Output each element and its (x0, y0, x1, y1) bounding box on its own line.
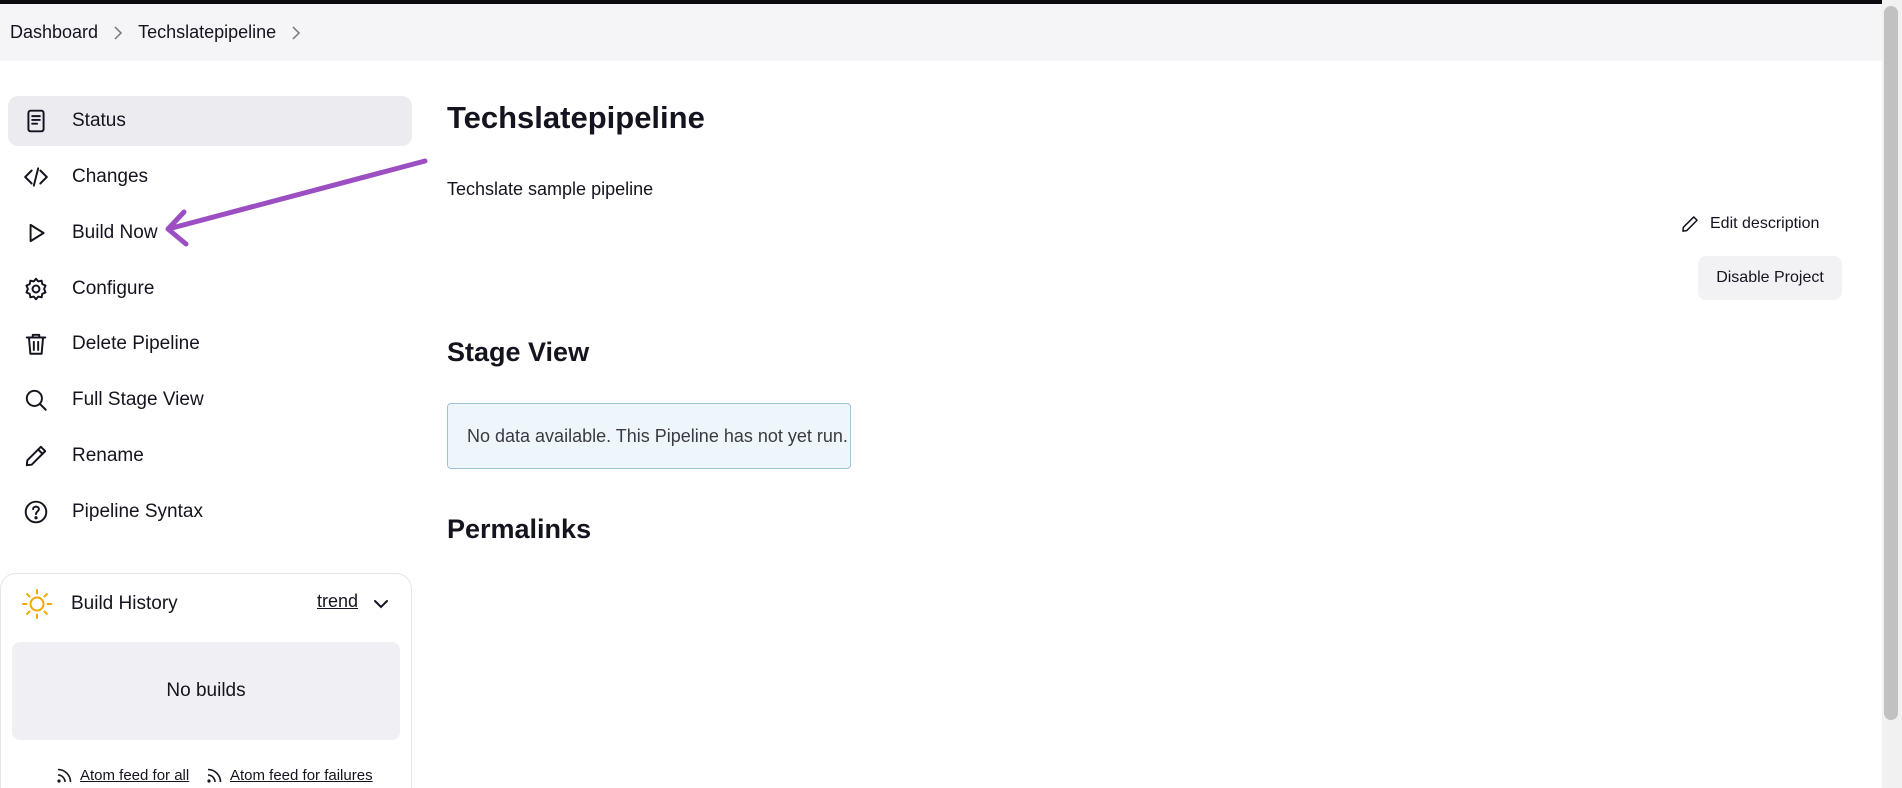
permalinks-title: Permalinks (447, 514, 592, 544)
stage-view-empty-message: No data available. This Pipeline has not… (447, 403, 851, 469)
trash-icon (22, 330, 50, 358)
gear-icon (22, 275, 50, 303)
atom-feed-failures-label: Atom feed for failures (230, 766, 373, 784)
sidebar-item-configure[interactable]: Configure (8, 264, 412, 314)
sidebar-item-build-now[interactable]: Build Now (8, 208, 412, 258)
sidebar-item-label: Build Now (72, 222, 158, 243)
sidebar-item-label: Changes (72, 166, 149, 187)
sidebar-item-label: Delete Pipeline (72, 333, 200, 354)
edit-description-label: Edit description (1710, 215, 1820, 232)
trend-link[interactable]: trend (317, 591, 358, 612)
no-builds-message: No builds (12, 642, 400, 740)
breadcrumb: Dashboard Techslatepipeline (0, 4, 1882, 61)
pencil-icon (22, 442, 50, 470)
atom-feed-all-label: Atom feed for all (80, 766, 190, 784)
disable-project-button[interactable]: Disable Project (1698, 256, 1842, 300)
sidebar-item-full-stage-view[interactable]: Full Stage View (8, 375, 412, 425)
edit-description-link[interactable]: Edit description (1680, 214, 1819, 234)
sun-icon (22, 589, 52, 619)
pencil-icon (1682, 216, 1698, 232)
play-icon (22, 219, 50, 247)
chevron-down-icon[interactable] (371, 594, 391, 614)
sidebar-item-rename[interactable]: Rename (8, 431, 412, 481)
page-title: Techslatepipeline (447, 100, 705, 135)
sidebar-item-label: Configure (72, 278, 155, 299)
atom-feed-all-link[interactable]: Atom feed for all (56, 766, 189, 784)
build-history-card: Build History trend No builds Atom feed … (0, 573, 412, 788)
search-icon (22, 386, 50, 414)
rss-icon (57, 768, 72, 783)
sidebar: Status Changes Build Now Configure Delet… (0, 61, 420, 788)
rss-icon (207, 768, 222, 783)
document-icon (22, 107, 50, 135)
chevron-right-icon (98, 25, 138, 40)
chevron-right-icon[interactable] (276, 25, 316, 40)
sidebar-item-label: Full Stage View (72, 389, 204, 410)
build-history-title: Build History (71, 593, 178, 614)
sidebar-item-label: Pipeline Syntax (72, 501, 203, 522)
sidebar-item-label: Status (72, 110, 126, 131)
sidebar-item-status[interactable]: Status (8, 96, 412, 146)
atom-feed-failures-link[interactable]: Atom feed for failures (206, 766, 373, 784)
breadcrumb-techslatepipeline[interactable]: Techslatepipeline (138, 22, 276, 43)
sidebar-item-delete-pipeline[interactable]: Delete Pipeline (8, 319, 412, 369)
no-builds-label: No builds (166, 680, 246, 701)
sidebar-item-pipeline-syntax[interactable]: Pipeline Syntax (8, 487, 412, 537)
code-icon (22, 163, 50, 191)
sidebar-item-label: Rename (72, 445, 144, 466)
project-description: Techslate sample pipeline (447, 179, 654, 199)
help-icon (22, 498, 50, 526)
stage-view-title: Stage View (447, 337, 590, 367)
breadcrumb-dashboard[interactable]: Dashboard (10, 22, 98, 43)
scrollbar-thumb[interactable] (1884, 6, 1898, 720)
sidebar-item-changes[interactable]: Changes (8, 152, 412, 202)
stage-view-empty-label: No data available. This Pipeline has not… (467, 425, 848, 446)
